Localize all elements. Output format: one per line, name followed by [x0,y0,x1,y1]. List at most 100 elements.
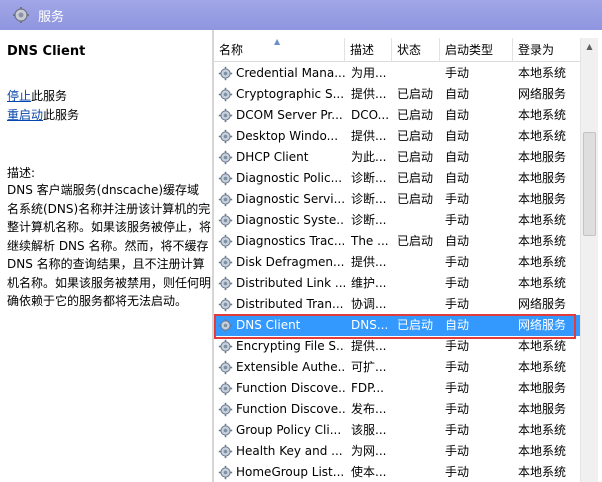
service-name-cell: Function Discove... [214,399,345,420]
service-gear-icon [218,234,233,249]
restart-service-link[interactable]: 重启动 [7,108,43,122]
table-row[interactable]: Extensible Authe... 可扩... 手动 本地系统 [214,357,580,378]
table-row[interactable]: Diagnostic Syste... 诊断... 手动 本地系统 [214,210,580,231]
service-name-cell: Diagnostics Trac... [214,231,345,252]
service-description-cell: The ... [351,234,389,248]
column-header-description[interactable]: 描述 [345,38,392,62]
description-text: DNS 客户端服务(dnscache)缓存域名系统(DNS)名称并注册该计算机的… [7,183,212,308]
service-description-cell: 协调... [351,297,387,311]
service-description-cell: 提供... [351,87,387,101]
service-gear-icon [218,129,233,144]
table-row[interactable]: HomeGroup List... 使本... 手动 本地系统 [214,462,580,482]
service-description-cell: 使本... [351,465,387,479]
service-startup-type-cell: 手动 [445,423,470,437]
service-gear-icon [218,255,233,270]
service-log-on-as-cell: 本地系统 [518,108,567,122]
service-name-cell: Health Key and ... [214,441,345,462]
service-name-cell: Encrypting File S... [214,336,345,357]
service-startup-type-cell: 手动 [445,339,470,353]
service-log-on-as-cell: 本地服务 [518,192,567,206]
column-header-name-label: 名称 [219,43,244,57]
gear-icon [13,7,29,23]
service-status-cell: 已启动 [397,192,434,206]
service-description-cell: 诊断... [351,213,387,227]
service-description-cell: DCO... [351,108,390,122]
service-log-on-as-cell: 本地服务 [518,381,567,395]
service-log-on-as-cell: 本地系统 [518,129,567,143]
column-header-log-on-as[interactable]: 登录为 [513,38,580,62]
service-description-cell: 为此... [351,150,387,164]
service-startup-type-cell: 自动 [445,171,470,185]
service-status-cell: 已启动 [397,150,434,164]
window-title: 服务 [38,9,65,25]
service-description-cell: 为用... [351,66,387,80]
table-row[interactable]: Encrypting File S... 提供... 手动 本地系统 [214,336,580,357]
service-name-text: DCOM Server Pr... [236,108,343,122]
service-description-cell: DNS... [351,318,389,332]
service-log-on-as-cell: 本地系统 [518,423,567,437]
table-row[interactable]: DCOM Server Pr... DCO... 已启动 自动 本地系统 [214,105,580,126]
service-startup-type-cell: 手动 [445,276,470,290]
table-row[interactable]: Desktop Windo... 提供... 已启动 自动 本地系统 [214,126,580,147]
column-header-name[interactable]: ▲ 名称 [214,38,345,62]
table-row[interactable]: Diagnostic Polic... 诊断... 已启动 自动 本地服务 [214,168,580,189]
table-row[interactable]: Function Discove... FDP... 手动 本地服务 [214,378,580,399]
service-description-cell: 提供... [351,339,387,353]
table-row[interactable]: Group Policy Cli... 该服... 手动 本地系统 [214,420,580,441]
table-row[interactable]: Health Key and ... 为网... 手动 本地系统 [214,441,580,462]
service-log-on-as-cell: 本地系统 [518,66,567,80]
table-row[interactable]: Diagnostics Trac... The ... 已启动 自动 本地系统 [214,231,580,252]
service-startup-type-cell: 手动 [445,360,470,374]
list-rows: Credential Mana... 为用... 手动 本地系统 Cryptograph… [214,63,580,482]
vertical-scrollbar[interactable]: ▲ [580,38,598,482]
service-gear-icon [218,87,233,102]
table-row[interactable]: Distributed Link ... 维护... 手动 本地系统 [214,273,580,294]
service-startup-type-cell: 手动 [445,213,470,227]
service-name-text: Credential Mana... [236,66,345,80]
service-startup-type-cell: 手动 [445,444,470,458]
stop-service-link[interactable]: 停止 [7,89,31,103]
service-status-cell: 已启动 [397,108,434,122]
service-name-text: DNS Client [236,318,301,332]
service-log-on-as-cell: 网络服务 [518,87,567,101]
table-row[interactable]: Diagnostic Servi... 诊断... 已启动 手动 本地服务 [214,189,580,210]
scroll-up-icon[interactable]: ▲ [581,38,598,55]
service-name-cell: Distributed Link ... [214,273,345,294]
service-name-text: Group Policy Cli... [236,423,342,437]
service-status-cell [392,294,440,315]
service-name-cell: HomeGroup List... [214,462,345,482]
column-header-startup-type[interactable]: 启动类型 [440,38,513,62]
service-name: DNS Client [7,44,86,59]
service-name-cell: Extensible Authe... [214,357,345,378]
service-status-cell: 已启动 [397,318,434,332]
service-startup-type-cell: 手动 [445,465,470,479]
service-status-cell [392,357,440,378]
table-row[interactable]: Cryptographic S... 提供... 已启动 自动 网络服务 [214,84,580,105]
service-description-cell: 诊断... [351,171,387,185]
service-status-cell [392,441,440,462]
service-log-on-as-cell: 网络服务 [518,297,567,311]
table-row[interactable]: Credential Mana... 为用... 手动 本地系统 [214,63,580,84]
service-name-cell: DHCP Client [214,147,345,168]
service-gear-icon [218,339,233,354]
service-name-cell: Desktop Windo... [214,126,345,147]
column-header-status[interactable]: 状态 [392,38,440,62]
table-row[interactable]: Disk Defragmen... 提供... 手动 本地系统 [214,252,580,273]
table-row[interactable]: Function Discove... 发布... 手动 本地服务 [214,399,580,420]
service-name-text: Health Key and ... [236,444,343,458]
service-name-text: Function Discove... [236,381,345,395]
service-gear-icon [218,381,233,396]
service-status-cell: 已启动 [397,171,434,185]
service-name-cell: Disk Defragmen... [214,252,345,273]
service-status-cell [392,399,440,420]
service-name-cell: Diagnostic Syste... [214,210,345,231]
table-row[interactable]: Distributed Tran... 协调... 手动 网络服务 [214,294,580,315]
service-gear-icon [218,444,233,459]
service-status-cell [392,252,440,273]
scroll-thumb[interactable] [583,132,596,236]
service-gear-icon [218,192,233,207]
table-row[interactable]: DHCP Client 为此... 已启动 自动 本地服务 [214,147,580,168]
service-name-text: Diagnostic Syste... [236,213,345,227]
service-status-cell: 已启动 [397,234,434,248]
table-row[interactable]: DNS Client DNS... 已启动 自动 网络服务 [214,315,580,336]
